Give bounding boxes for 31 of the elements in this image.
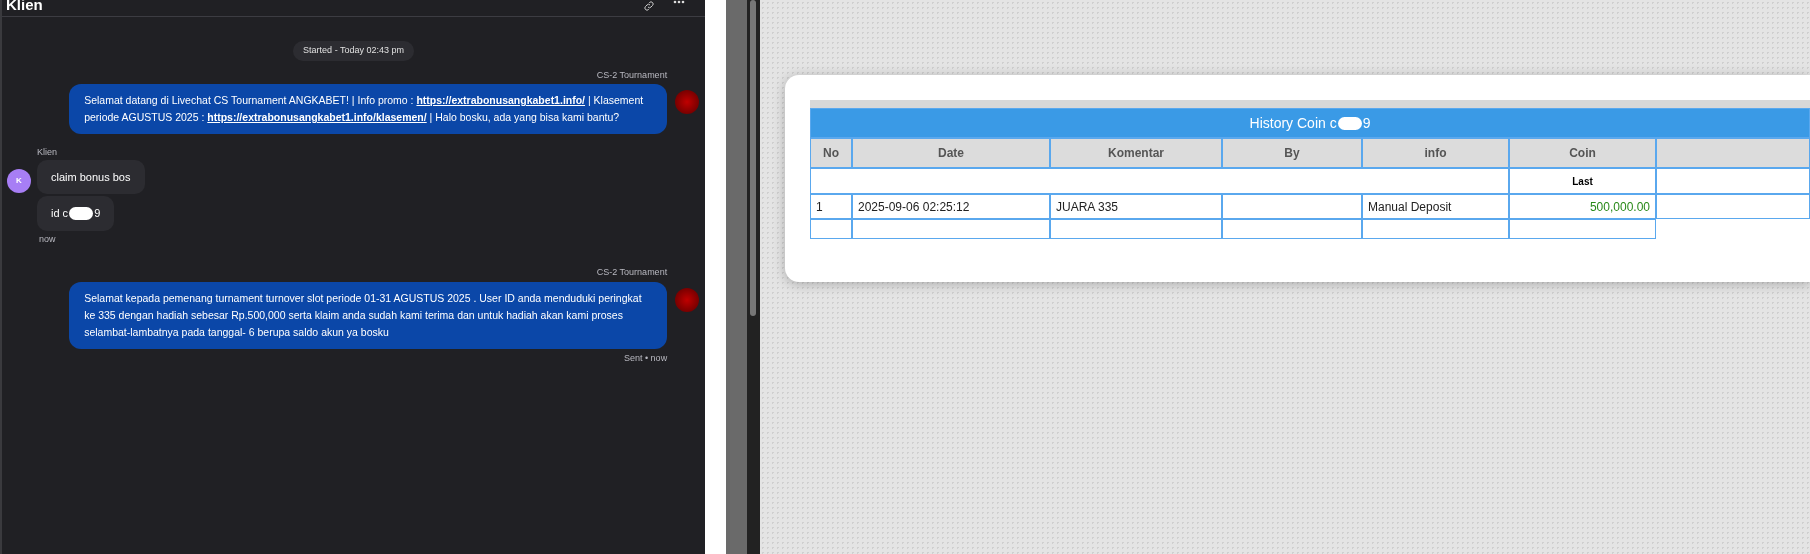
table-cell: Last	[1509, 168, 1656, 194]
table-cell: JUARA 335	[1050, 194, 1222, 219]
client-avatar: K	[7, 168, 31, 193]
scrollbar-thumb[interactable]	[750, 0, 757, 316]
message-link[interactable]: https://extrabonusangkabet1.info/klasemen/	[207, 111, 427, 123]
message-bubble: Selamat datang di Livechat CS Tournament ANGKABET! | Info promo : https://extrabonusangkabet1.info/ | Klasement periode AGUSTUS 2025 : https://extrabonusangkabet1.info/klasemen/ | Halo bosku, ada yang bisa kami bantu?	[69, 84, 668, 134]
agent-avatar	[675, 287, 700, 312]
column-header: Date	[852, 138, 1050, 168]
table-cell: Manual Deposit	[1362, 194, 1509, 219]
message-link[interactable]: https://extrabonusangkabet1.info/	[416, 94, 586, 106]
sender-name: Klien	[37, 146, 58, 159]
table-cell: 500,000.00	[1509, 194, 1656, 219]
message-bubble: Selamat kepada pemenang turnament turnover slot periode 01-31 AGUSTUS 2025 . User ID anda menduduki peringkat ke 335 dengan hadiah sebesar Rp.500,000 serta klaim anda sudah kami terima dan untuk hadiah akan kami proses selambat-lambatnya pada tanggal- 6 berupa saldo akun ya bosku	[69, 281, 668, 349]
link-icon[interactable]	[643, 0, 656, 12]
sender-name: CS-2 Tournament	[596, 68, 668, 82]
column-header: info	[1362, 138, 1509, 168]
column-header: No	[810, 138, 852, 168]
table-cell	[810, 219, 852, 239]
agent-avatar	[675, 90, 700, 114]
message-time: now	[39, 232, 56, 246]
message-bubble: id c 9	[37, 196, 115, 231]
table-cell: 2025-09-06 02:25:12	[852, 194, 1050, 219]
table-title: History Coin c 9	[1249, 113, 1371, 133]
column-header: Coin	[1509, 138, 1656, 168]
column-header: Komentar	[1050, 138, 1222, 168]
more-icon[interactable]	[673, 0, 686, 4]
table-cell: 1	[810, 194, 852, 219]
column-header: By	[1222, 138, 1362, 168]
message-bubble: claim bonus bos	[37, 159, 145, 194]
sender-name: CS-2 Tournament	[596, 266, 668, 279]
message-status: Sent • now	[623, 351, 668, 365]
